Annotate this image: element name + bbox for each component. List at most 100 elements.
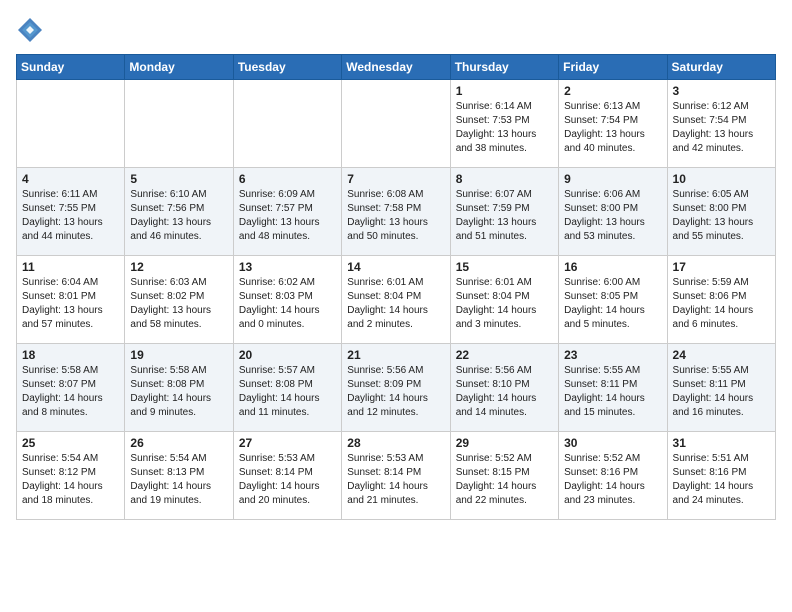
cell-line-2: Daylight: 13 hours — [130, 304, 227, 318]
calendar-header-row: SundayMondayTuesdayWednesdayThursdayFrid… — [17, 55, 776, 80]
cell-line-3: and 21 minutes. — [347, 494, 444, 508]
calendar-cell-11: 11Sunrise: 6:04 AMSunset: 8:01 PMDayligh… — [17, 256, 125, 344]
calendar-header-wednesday: Wednesday — [342, 55, 450, 80]
day-number: 27 — [239, 436, 336, 450]
calendar-cell-31: 31Sunrise: 5:51 AMSunset: 8:16 PMDayligh… — [667, 432, 775, 520]
calendar-cell-15: 15Sunrise: 6:01 AMSunset: 8:04 PMDayligh… — [450, 256, 558, 344]
cell-line-1: Sunset: 7:54 PM — [673, 114, 770, 128]
calendar-cell-23: 23Sunrise: 5:55 AMSunset: 8:11 PMDayligh… — [559, 344, 667, 432]
cell-line-2: Daylight: 14 hours — [239, 480, 336, 494]
calendar-cell-5: 5Sunrise: 6:10 AMSunset: 7:56 PMDaylight… — [125, 168, 233, 256]
cell-line-2: Daylight: 13 hours — [347, 216, 444, 230]
cell-line-0: Sunrise: 6:12 AM — [673, 100, 770, 114]
cell-line-1: Sunset: 7:58 PM — [347, 202, 444, 216]
cell-line-0: Sunrise: 6:14 AM — [456, 100, 553, 114]
header — [16, 16, 776, 44]
cell-line-1: Sunset: 7:55 PM — [22, 202, 119, 216]
cell-line-3: and 9 minutes. — [130, 406, 227, 420]
cell-line-2: Daylight: 13 hours — [564, 216, 661, 230]
day-number: 21 — [347, 348, 444, 362]
cell-line-1: Sunset: 7:57 PM — [239, 202, 336, 216]
day-number: 29 — [456, 436, 553, 450]
cell-line-0: Sunrise: 5:54 AM — [130, 452, 227, 466]
cell-line-0: Sunrise: 5:52 AM — [456, 452, 553, 466]
cell-line-2: Daylight: 13 hours — [456, 128, 553, 142]
cell-line-1: Sunset: 7:56 PM — [130, 202, 227, 216]
cell-line-0: Sunrise: 5:54 AM — [22, 452, 119, 466]
day-number: 2 — [564, 84, 661, 98]
calendar-week-4: 18Sunrise: 5:58 AMSunset: 8:07 PMDayligh… — [17, 344, 776, 432]
cell-line-0: Sunrise: 5:52 AM — [564, 452, 661, 466]
cell-line-1: Sunset: 8:00 PM — [673, 202, 770, 216]
calendar-header-thursday: Thursday — [450, 55, 558, 80]
cell-line-2: Daylight: 13 hours — [130, 216, 227, 230]
cell-line-2: Daylight: 13 hours — [673, 216, 770, 230]
day-number: 11 — [22, 260, 119, 274]
calendar-cell-empty-3 — [342, 80, 450, 168]
cell-line-2: Daylight: 14 hours — [22, 392, 119, 406]
day-number: 15 — [456, 260, 553, 274]
calendar-header-sunday: Sunday — [17, 55, 125, 80]
cell-line-3: and 58 minutes. — [130, 318, 227, 332]
cell-line-0: Sunrise: 5:58 AM — [130, 364, 227, 378]
day-number: 14 — [347, 260, 444, 274]
cell-line-3: and 23 minutes. — [564, 494, 661, 508]
cell-line-2: Daylight: 14 hours — [673, 304, 770, 318]
cell-line-0: Sunrise: 5:53 AM — [347, 452, 444, 466]
day-number: 4 — [22, 172, 119, 186]
cell-line-3: and 50 minutes. — [347, 230, 444, 244]
cell-line-2: Daylight: 14 hours — [564, 304, 661, 318]
cell-line-0: Sunrise: 6:02 AM — [239, 276, 336, 290]
cell-line-0: Sunrise: 6:06 AM — [564, 188, 661, 202]
day-number: 22 — [456, 348, 553, 362]
calendar-cell-1: 1Sunrise: 6:14 AMSunset: 7:53 PMDaylight… — [450, 80, 558, 168]
cell-line-3: and 20 minutes. — [239, 494, 336, 508]
cell-line-1: Sunset: 8:12 PM — [22, 466, 119, 480]
calendar-cell-22: 22Sunrise: 5:56 AMSunset: 8:10 PMDayligh… — [450, 344, 558, 432]
cell-line-2: Daylight: 13 hours — [239, 216, 336, 230]
cell-line-3: and 57 minutes. — [22, 318, 119, 332]
day-number: 5 — [130, 172, 227, 186]
day-number: 18 — [22, 348, 119, 362]
cell-line-1: Sunset: 7:54 PM — [564, 114, 661, 128]
calendar-cell-13: 13Sunrise: 6:02 AMSunset: 8:03 PMDayligh… — [233, 256, 341, 344]
cell-line-0: Sunrise: 6:08 AM — [347, 188, 444, 202]
cell-line-3: and 44 minutes. — [22, 230, 119, 244]
day-number: 24 — [673, 348, 770, 362]
calendar-cell-10: 10Sunrise: 6:05 AMSunset: 8:00 PMDayligh… — [667, 168, 775, 256]
cell-line-1: Sunset: 8:08 PM — [130, 378, 227, 392]
calendar-cell-16: 16Sunrise: 6:00 AMSunset: 8:05 PMDayligh… — [559, 256, 667, 344]
day-number: 23 — [564, 348, 661, 362]
cell-line-2: Daylight: 14 hours — [564, 392, 661, 406]
cell-line-1: Sunset: 8:01 PM — [22, 290, 119, 304]
cell-line-2: Daylight: 14 hours — [456, 304, 553, 318]
cell-line-3: and 48 minutes. — [239, 230, 336, 244]
cell-line-0: Sunrise: 6:01 AM — [347, 276, 444, 290]
calendar-header-friday: Friday — [559, 55, 667, 80]
cell-line-2: Daylight: 13 hours — [673, 128, 770, 142]
cell-line-0: Sunrise: 5:55 AM — [673, 364, 770, 378]
day-number: 8 — [456, 172, 553, 186]
cell-line-3: and 5 minutes. — [564, 318, 661, 332]
cell-line-0: Sunrise: 5:53 AM — [239, 452, 336, 466]
calendar-cell-28: 28Sunrise: 5:53 AMSunset: 8:14 PMDayligh… — [342, 432, 450, 520]
cell-line-3: and 51 minutes. — [456, 230, 553, 244]
cell-line-3: and 0 minutes. — [239, 318, 336, 332]
cell-line-0: Sunrise: 5:56 AM — [347, 364, 444, 378]
calendar-cell-12: 12Sunrise: 6:03 AMSunset: 8:02 PMDayligh… — [125, 256, 233, 344]
cell-line-1: Sunset: 8:16 PM — [564, 466, 661, 480]
calendar-cell-20: 20Sunrise: 5:57 AMSunset: 8:08 PMDayligh… — [233, 344, 341, 432]
cell-line-3: and 40 minutes. — [564, 142, 661, 156]
cell-line-3: and 46 minutes. — [130, 230, 227, 244]
cell-line-1: Sunset: 8:05 PM — [564, 290, 661, 304]
cell-line-0: Sunrise: 6:13 AM — [564, 100, 661, 114]
calendar-cell-3: 3Sunrise: 6:12 AMSunset: 7:54 PMDaylight… — [667, 80, 775, 168]
cell-line-1: Sunset: 8:11 PM — [673, 378, 770, 392]
calendar-cell-29: 29Sunrise: 5:52 AMSunset: 8:15 PMDayligh… — [450, 432, 558, 520]
calendar-cell-27: 27Sunrise: 5:53 AMSunset: 8:14 PMDayligh… — [233, 432, 341, 520]
cell-line-2: Daylight: 14 hours — [456, 392, 553, 406]
cell-line-3: and 3 minutes. — [456, 318, 553, 332]
cell-line-2: Daylight: 14 hours — [564, 480, 661, 494]
cell-line-1: Sunset: 8:11 PM — [564, 378, 661, 392]
cell-line-3: and 53 minutes. — [564, 230, 661, 244]
